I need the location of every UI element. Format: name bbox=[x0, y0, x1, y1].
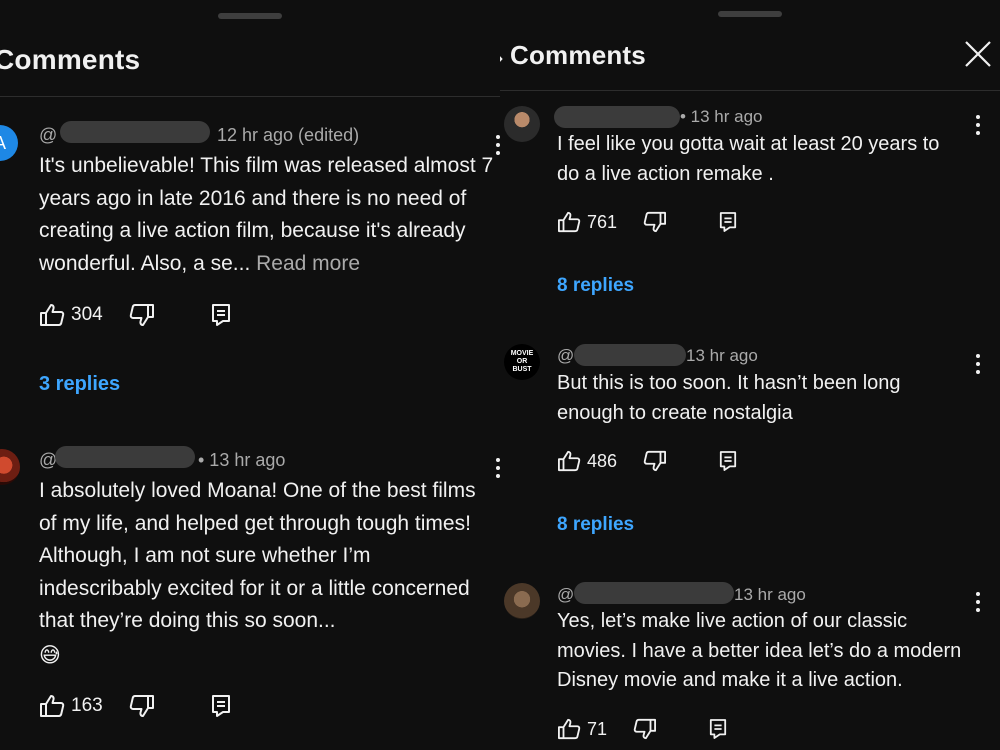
thumbs-down-icon bbox=[643, 450, 667, 472]
like-count: 761 bbox=[587, 211, 618, 232]
like-count: 486 bbox=[587, 450, 618, 471]
chevron-right-icon[interactable] bbox=[500, 42, 504, 76]
thumbs-down-icon bbox=[633, 718, 657, 740]
thumbs-up-icon bbox=[40, 304, 65, 326]
comment-text: Yes, let’s make live action of our class… bbox=[557, 610, 962, 691]
reply-button[interactable] bbox=[709, 718, 727, 740]
like-button[interactable]: 304 bbox=[39, 303, 103, 327]
reply-icon bbox=[719, 212, 737, 232]
like-button[interactable]: 486 bbox=[557, 450, 617, 472]
redacted-username bbox=[60, 121, 210, 143]
reply-button[interactable] bbox=[211, 694, 231, 718]
avatar-text-line: BUST bbox=[512, 366, 532, 373]
drag-handle[interactable] bbox=[218, 13, 282, 19]
comment-timestamp: 13 hr ago bbox=[686, 346, 758, 365]
dislike-button[interactable] bbox=[129, 303, 155, 327]
avatar-text-line: MOVIE bbox=[510, 350, 534, 357]
avatar[interactable] bbox=[504, 583, 540, 619]
like-button[interactable]: 71 bbox=[557, 718, 607, 740]
like-button[interactable]: 761 bbox=[557, 211, 617, 233]
thumbs-down-icon bbox=[643, 211, 667, 233]
thumbs-down-icon bbox=[129, 695, 154, 717]
reply-button[interactable] bbox=[719, 211, 737, 233]
comment-actions: 163 bbox=[39, 694, 231, 718]
avatar[interactable] bbox=[504, 106, 540, 142]
avatar[interactable]: MOVIE OR BUST bbox=[504, 344, 540, 380]
avatar[interactable]: A bbox=[0, 125, 18, 161]
comment-text: But this is too soon. It hasn’t been lon… bbox=[557, 372, 901, 424]
thumbs-up-icon bbox=[40, 695, 65, 717]
like-button[interactable]: 163 bbox=[39, 694, 103, 718]
thumbs-up-icon bbox=[558, 211, 581, 233]
like-count: 71 bbox=[587, 718, 608, 739]
emoji: 😅 bbox=[39, 643, 61, 667]
replies-toggle[interactable]: 8 replies bbox=[557, 514, 634, 536]
like-count: 163 bbox=[71, 695, 103, 716]
replies-toggle[interactable]: 3 replies bbox=[39, 373, 120, 396]
comment-timestamp: • 13 hr ago bbox=[198, 450, 286, 470]
close-icon[interactable] bbox=[964, 40, 992, 68]
redacted-username bbox=[554, 106, 680, 128]
drag-handle[interactable] bbox=[718, 11, 782, 17]
comment-actions: 304 bbox=[39, 303, 231, 327]
more-options-button[interactable] bbox=[975, 115, 981, 135]
thumbs-up-icon bbox=[558, 718, 581, 740]
reply-icon bbox=[709, 719, 727, 739]
avatar[interactable] bbox=[0, 449, 20, 485]
comment-timestamp: 13 hr ago bbox=[734, 585, 806, 604]
more-options-button[interactable] bbox=[975, 354, 981, 374]
reply-button[interactable] bbox=[211, 303, 231, 327]
replies-toggle[interactable]: 8 replies bbox=[557, 275, 634, 297]
reply-button[interactable] bbox=[719, 450, 737, 472]
comment-actions: 486 bbox=[557, 450, 737, 472]
panel-title: Comments bbox=[510, 40, 646, 70]
header-divider bbox=[0, 96, 500, 97]
dislike-button[interactable] bbox=[129, 694, 155, 718]
dislike-button[interactable] bbox=[643, 211, 667, 233]
comment-text: I absolutely loved Moana! One of the bes… bbox=[39, 475, 494, 672]
dislike-button[interactable] bbox=[633, 718, 657, 740]
comment-timestamp: 12 hr ago (edited) bbox=[217, 125, 360, 145]
read-more-link[interactable]: Read more bbox=[256, 252, 360, 275]
left-comments-panel: Comments A @ 12 hr ago (edited) It's unb… bbox=[0, 0, 500, 750]
comment-actions: 71 bbox=[557, 718, 727, 740]
more-options-button[interactable] bbox=[975, 592, 981, 612]
comment-handle[interactable]: @ bbox=[557, 585, 574, 605]
comment-timestamp: • 13 hr ago bbox=[680, 107, 763, 126]
redacted-username bbox=[55, 446, 195, 468]
thumbs-up-icon bbox=[558, 450, 581, 472]
header-divider bbox=[500, 90, 1000, 91]
comment-actions: 761 bbox=[557, 211, 737, 233]
comment-body: I absolutely loved Moana! One of the bes… bbox=[39, 479, 476, 632]
redacted-username bbox=[574, 582, 734, 604]
reply-icon bbox=[719, 451, 737, 471]
comment-text: It's unbelievable! This film was release… bbox=[39, 150, 494, 280]
thumbs-down-icon bbox=[129, 304, 154, 326]
panel-title: Comments bbox=[0, 44, 141, 75]
avatar-text-line: OR bbox=[516, 358, 528, 365]
comment-text: I feel like you gotta wait at least 20 y… bbox=[557, 133, 940, 185]
right-comments-panel: Comments • 13 hr ago I feel like you got… bbox=[500, 0, 1000, 750]
redacted-username bbox=[574, 344, 686, 366]
comment-handle[interactable]: @ bbox=[39, 125, 57, 146]
dislike-button[interactable] bbox=[643, 450, 667, 472]
reply-icon bbox=[211, 695, 230, 717]
like-count: 304 bbox=[71, 304, 103, 325]
reply-icon bbox=[211, 304, 230, 326]
comment-handle[interactable]: @ bbox=[557, 346, 574, 366]
